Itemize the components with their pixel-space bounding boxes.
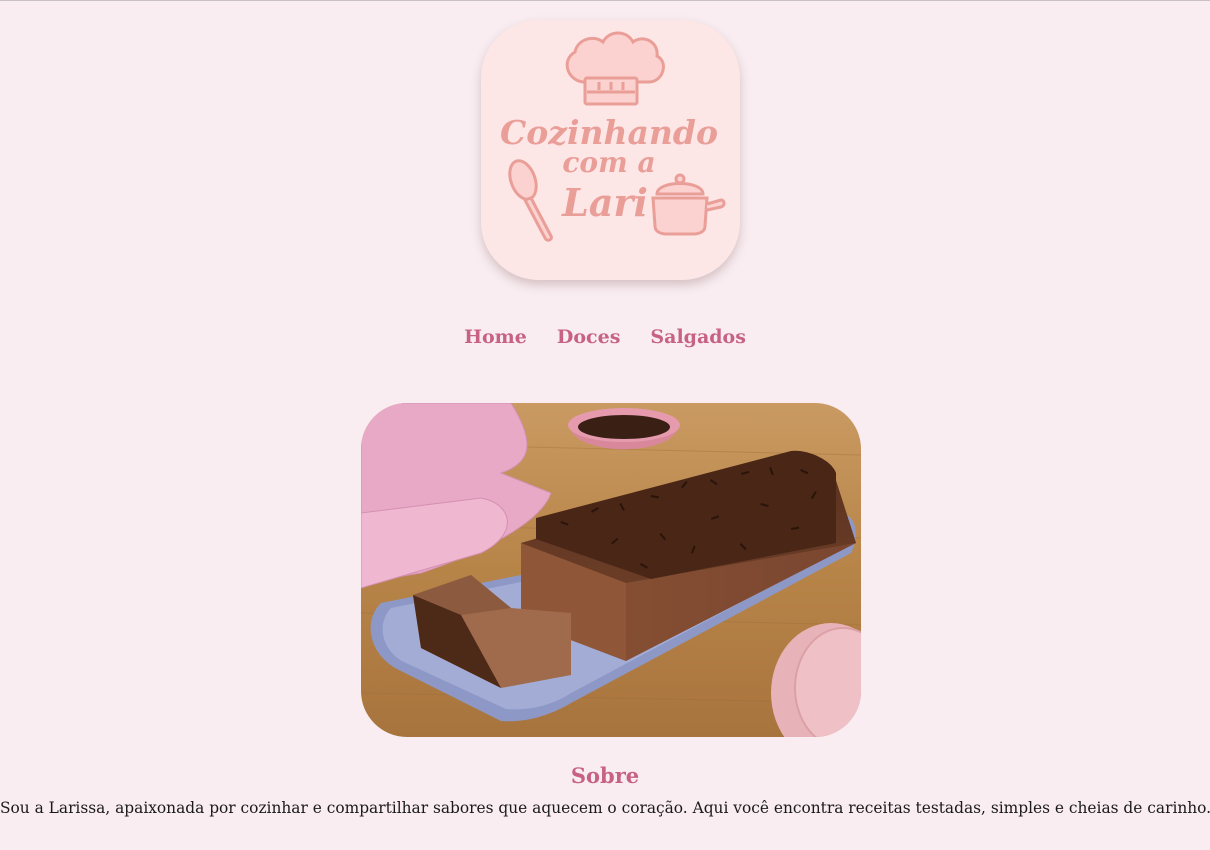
- site-logo[interactable]: Cozinhando com a Lari: [481, 20, 740, 280]
- pot-icon: [651, 173, 726, 236]
- spoon-icon: [508, 159, 553, 242]
- nav-doces-link[interactable]: Doces: [557, 322, 621, 352]
- hero-image: [361, 403, 861, 737]
- page: Cozinhando com a Lari Home Doces Salgado…: [0, 0, 1210, 850]
- logo-graphic: Cozinhando com a Lari: [500, 31, 726, 242]
- top-divider: [0, 0, 1210, 1]
- chocolate-cake-photo: [361, 403, 861, 737]
- nav-salgados-link[interactable]: Salgados: [650, 322, 746, 352]
- nav-home-link[interactable]: Home: [464, 322, 527, 352]
- logo-line-3: Lari: [561, 180, 648, 225]
- chef-hat-icon: [565, 31, 665, 106]
- main-nav: Home Doces Salgados: [0, 322, 1210, 352]
- logo-line-2: com a: [562, 146, 655, 179]
- about-text: Sou a Larissa, apaixonada por cozinhar e…: [0, 799, 1210, 817]
- about-title: Sobre: [570, 763, 640, 788]
